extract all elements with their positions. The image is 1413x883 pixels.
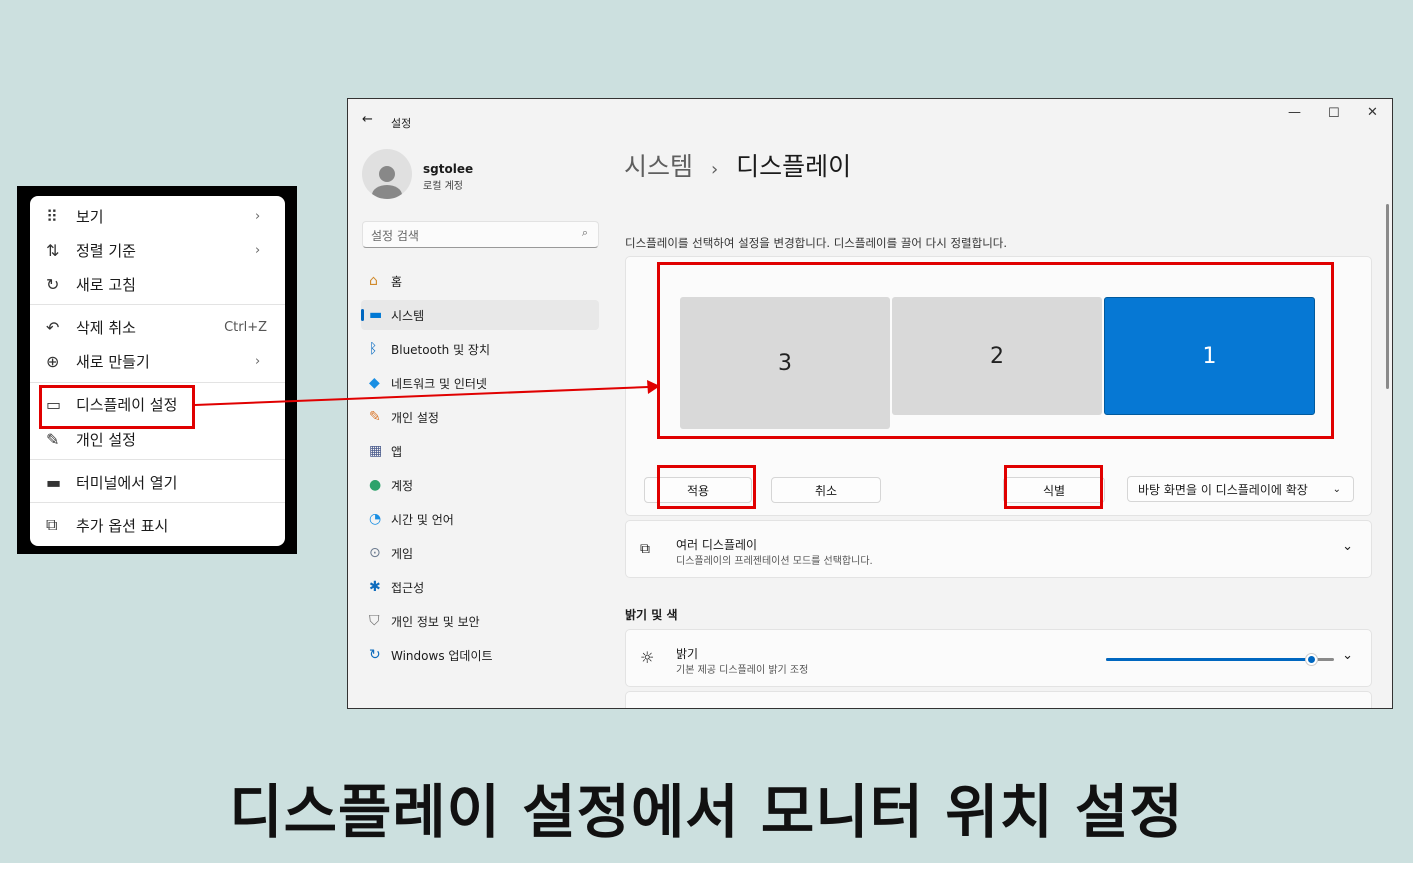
caption: 디스플레이 설정에서 모니터 위치 설정: [229, 778, 1184, 846]
bottom-strip: [0, 863, 1413, 883]
annotation-arrow: [194, 380, 660, 406]
